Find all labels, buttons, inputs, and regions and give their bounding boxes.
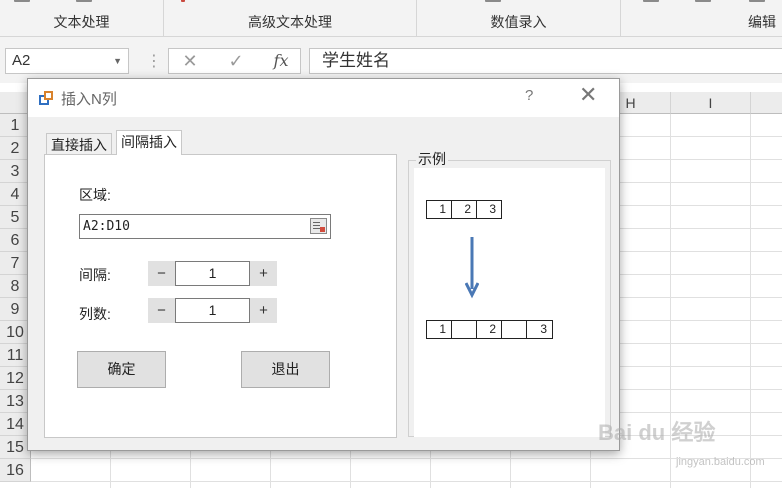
interval-input[interactable]: 1 [175,261,250,286]
ok-button[interactable]: 确定 [77,351,166,388]
interval-decrement-button[interactable]: − [148,261,175,286]
example-after-cell: 2 [476,320,502,339]
formula-buttons: ✕ ✓ fx [168,48,301,74]
count-decrement-button[interactable]: − [148,298,175,323]
range-input[interactable]: A2:D10 [79,214,331,239]
app-icon [39,91,53,105]
example-after-cell [451,320,477,339]
example-before-cell: 2 [451,200,477,219]
dialog-title: 插入N列 [61,91,117,108]
ribbon-group-label: 数值录入 [490,14,547,30]
ribbon-group-label: 文本处理 [53,14,110,30]
watermark-url: jingyan.baidu.com [676,456,765,468]
example-group-title: 示例 [416,149,448,169]
dialog-titlebar[interactable]: 插入N列 ? ✕ [28,79,619,117]
range-select-icon[interactable] [310,218,327,234]
tab-interval-insert[interactable]: 间隔插入 [116,130,182,155]
ribbon: 文本处理 高级文本处理 数值录入 编辑 [0,0,782,37]
exit-button[interactable]: 退出 [241,351,330,388]
tab-panel-interval-insert: 区域: A2:D10 间隔: − 1 + 列数: − 1 + 确定 退出 [44,154,397,438]
insert-columns-dialog: 插入N列 ? ✕ 直接插入 间隔插入 区域: A2:D10 间隔: − 1 + … [27,78,620,451]
range-label: 区域: [79,187,111,203]
enter-icon[interactable]: ✓ [222,49,250,73]
grid-line [750,114,751,488]
interval-label: 间隔: [79,267,111,283]
watermark: Bai du 经验 [598,420,716,445]
name-box[interactable]: A2 ▼ [5,48,129,74]
insert-function-icon[interactable]: fx [267,49,295,73]
column-header[interactable]: I [671,92,751,114]
ribbon-group-edit: 编辑 [621,0,782,36]
chevron-down-icon[interactable]: ▼ [113,49,122,73]
name-box-value: A2 [12,52,31,69]
ribbon-group-text: 文本处理 [0,0,164,36]
example-before-cell: 1 [426,200,452,219]
formula-input[interactable]: 学生姓名 [309,48,782,74]
example-after-cell: 3 [526,320,553,339]
example-after-cell: 1 [426,320,452,339]
count-increment-button[interactable]: + [250,298,277,323]
close-icon[interactable]: ✕ [579,84,597,106]
example-before-cell: 3 [476,200,502,219]
tab-direct-insert[interactable]: 直接插入 [46,133,112,155]
ribbon-group-label: 编辑 [748,14,776,30]
example-preview: 1 2 3 1 2 3 [414,168,605,437]
ribbon-group-number-entry: 数值录入 [417,0,621,36]
grip-icon: ⋮ [146,53,162,70]
range-value: A2:D10 [83,219,130,234]
ribbon-group-advanced-text: 高级文本处理 [164,0,417,36]
count-label: 列数: [79,306,111,322]
example-after-cell [501,320,527,339]
ribbon-group-label: 高级文本处理 [248,14,332,30]
row-header[interactable]: 16 [0,459,31,482]
formula-bar: A2 ▼ ⋮ ✕ ✓ fx 学生姓名 [0,37,782,83]
count-input[interactable]: 1 [175,298,250,323]
column-header[interactable] [751,92,782,114]
cancel-icon[interactable]: ✕ [176,49,204,73]
interval-increment-button[interactable]: + [250,261,277,286]
help-icon[interactable]: ? [525,87,533,104]
arrow-down-icon [465,237,479,299]
